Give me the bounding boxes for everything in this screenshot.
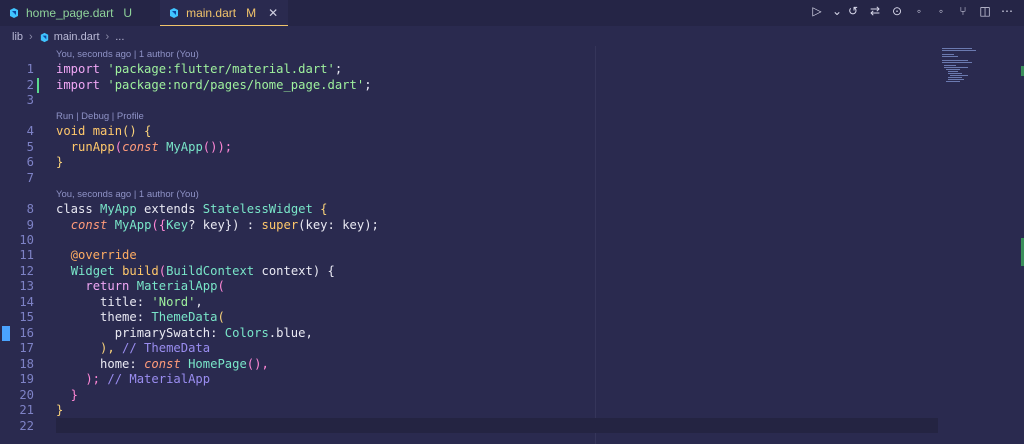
line-number: 21 xyxy=(19,403,34,417)
chevron-down-icon[interactable]: ⌄ xyxy=(832,4,842,18)
code-line: import 'package:flutter/material.dart'; xyxy=(56,62,343,76)
minimap-line xyxy=(948,79,964,80)
code-line: const MyApp({Key? key}) : super(key: key… xyxy=(70,218,379,232)
git-branch-icon[interactable]: ⑂ xyxy=(956,4,970,18)
git-blame-lens[interactable]: You, seconds ago | 1 author (You) xyxy=(56,189,199,200)
previous-change-icon[interactable]: ◦ xyxy=(912,4,926,18)
minimap-line xyxy=(944,65,956,66)
code-line: theme: ThemeData( xyxy=(56,310,225,324)
code-line: ), // ThemeData xyxy=(56,341,211,355)
line-number: 16 xyxy=(19,326,34,340)
minimap-line xyxy=(946,81,960,82)
line-number: 10 xyxy=(19,233,34,247)
line-number: 17 xyxy=(19,341,34,355)
line-number: 7 xyxy=(26,171,34,185)
tab-main[interactable]: main.dart M ✕ xyxy=(160,0,289,26)
minimap-line xyxy=(942,54,954,55)
line-number: 18 xyxy=(19,357,34,371)
breadcrumb: lib › main.dart › ... xyxy=(12,30,124,44)
minimap-line xyxy=(948,73,962,74)
git-commit-icon[interactable]: ⊙ xyxy=(890,4,904,18)
line-number: 12 xyxy=(19,264,34,278)
code-line: return MaterialApp( xyxy=(85,279,225,293)
code-line: @override xyxy=(56,248,137,262)
line-number: 9 xyxy=(26,218,34,232)
line-number: 15 xyxy=(19,310,34,324)
minimap-line xyxy=(950,75,968,76)
close-icon[interactable]: ✕ xyxy=(268,6,278,20)
code-line: } xyxy=(56,388,79,402)
tab-label: main.dart xyxy=(186,5,237,20)
dart-file-icon xyxy=(40,32,48,42)
split-editor-icon[interactable]: ◫ xyxy=(978,4,992,18)
line-number: 22 xyxy=(19,419,34,433)
code-line: runApp(const MyApp()); xyxy=(70,140,233,154)
more-actions-icon[interactable]: ⋯ xyxy=(1000,4,1014,18)
line-number: 8 xyxy=(26,202,34,216)
run-debug-icon[interactable]: ▷ xyxy=(810,4,824,18)
timeline-icon[interactable]: ↺ xyxy=(846,4,860,18)
code-line: primarySwatch: Colors.blue, xyxy=(56,326,313,340)
untracked-badge: U xyxy=(123,6,133,20)
editor-toolbar: ▷ ⌄ ↺ ⇄ ⊙ ◦ ◦ ⑂ ◫ ⋯ xyxy=(810,4,1014,18)
minimap-line xyxy=(948,77,962,78)
tab-label: home_page.dart xyxy=(26,6,114,20)
line-number: 4 xyxy=(26,124,34,138)
dart-file-icon xyxy=(170,7,179,18)
line-number: 13 xyxy=(19,279,34,293)
run-debug-profile-lens[interactable]: Run | Debug | Profile xyxy=(56,111,144,122)
dart-file-icon xyxy=(10,8,18,18)
breadcrumb-file[interactable]: main.dart xyxy=(39,31,100,43)
code-line: home: const HomePage(), xyxy=(56,357,269,371)
line-number: 1 xyxy=(26,62,34,76)
modified-badge: M xyxy=(246,5,257,20)
minimap-line xyxy=(942,60,968,61)
chevron-right-icon: › xyxy=(105,31,110,43)
line-number: 2 xyxy=(26,78,34,92)
chevron-right-icon: › xyxy=(29,31,33,43)
line-number: 5 xyxy=(26,140,34,154)
tab-home-page[interactable]: home_page.dart U xyxy=(0,0,142,26)
minimap-line xyxy=(942,56,958,57)
code-line: } xyxy=(56,155,64,169)
compare-icon[interactable]: ⇄ xyxy=(868,4,882,18)
code-line: Widget build(BuildContext context) { xyxy=(70,264,335,278)
minimap-line xyxy=(942,50,976,51)
minimap-line xyxy=(948,71,958,72)
line-number: 11 xyxy=(19,248,34,262)
git-added-marker xyxy=(37,78,39,93)
code-line: ); // MaterialApp xyxy=(56,372,211,386)
line-number: 19 xyxy=(19,372,34,386)
line-number: 20 xyxy=(19,388,34,402)
code-line: } xyxy=(56,403,64,417)
line-number: 14 xyxy=(19,295,34,309)
next-change-icon[interactable]: ◦ xyxy=(934,4,948,18)
minimap-line xyxy=(944,67,968,68)
code-editor[interactable]: You, seconds ago | 1 author (You) Run | … xyxy=(0,46,1024,444)
minimap-line xyxy=(942,62,972,63)
code-line: title: 'Nord', xyxy=(56,295,203,309)
minimap[interactable] xyxy=(940,46,1020,126)
code-line: class MyApp extends StatelessWidget { xyxy=(56,202,328,216)
code-line: void main() { xyxy=(56,124,152,138)
git-blame-lens[interactable]: You, seconds ago | 1 author (You) xyxy=(56,49,199,60)
line-number: 6 xyxy=(26,155,34,169)
minimap-line xyxy=(942,48,972,49)
code-line: import 'package:nord/pages/home_page.dar… xyxy=(56,78,372,92)
line-number: 3 xyxy=(26,93,34,107)
minimap-line xyxy=(946,69,960,70)
breadcrumb-symbols[interactable]: ... xyxy=(115,31,124,43)
current-line-highlight xyxy=(56,418,938,433)
breadcrumb-folder[interactable]: lib xyxy=(12,31,23,43)
